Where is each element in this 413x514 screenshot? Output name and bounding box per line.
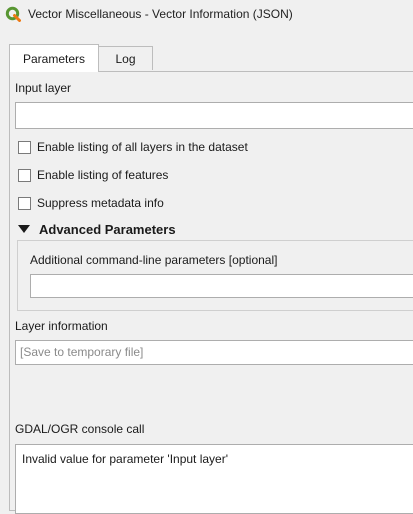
list-features-checkbox[interactable] — [18, 168, 31, 182]
advanced-parameters-toggle[interactable]: Advanced Parameters — [18, 221, 176, 237]
tab-log[interactable]: Log — [99, 46, 153, 70]
suppress-metadata-checkbox[interactable] — [18, 196, 31, 210]
checkbox-row-list-features[interactable]: Enable listing of features — [18, 167, 168, 183]
triangle-down-icon — [18, 225, 30, 233]
checkbox-row-list-all-layers[interactable]: Enable listing of all layers in the data… — [18, 139, 248, 155]
additional-params-field[interactable] — [30, 274, 413, 298]
tab-parameters[interactable]: Parameters — [9, 44, 99, 72]
console-call-label: GDAL/OGR console call — [15, 422, 145, 436]
tab-log-label: Log — [115, 51, 136, 66]
input-layer-field[interactable] — [15, 102, 413, 129]
layer-information-placeholder: [Save to temporary file] — [20, 345, 144, 359]
list-all-layers-label: Enable listing of all layers in the data… — [37, 140, 248, 154]
tab-parameters-label: Parameters — [22, 51, 86, 66]
checkbox-row-suppress-metadata[interactable]: Suppress metadata info — [18, 195, 164, 211]
advanced-parameters-header: Advanced Parameters — [39, 221, 176, 237]
suppress-metadata-label: Suppress metadata info — [37, 196, 164, 210]
layer-information-field[interactable]: [Save to temporary file] — [15, 340, 413, 365]
input-layer-label: Input layer — [15, 81, 72, 95]
title-bar: Vector Miscellaneous - Vector Informatio… — [0, 0, 413, 28]
window-title: Vector Miscellaneous - Vector Informatio… — [28, 7, 293, 21]
console-call-text: Invalid value for parameter 'Input layer… — [22, 452, 229, 466]
list-features-label: Enable listing of features — [37, 168, 169, 182]
additional-params-label: Additional command-line parameters [opti… — [30, 253, 278, 267]
qgis-logo-icon — [5, 6, 21, 22]
layer-information-label: Layer information — [15, 319, 108, 333]
list-all-layers-checkbox[interactable] — [18, 140, 31, 154]
